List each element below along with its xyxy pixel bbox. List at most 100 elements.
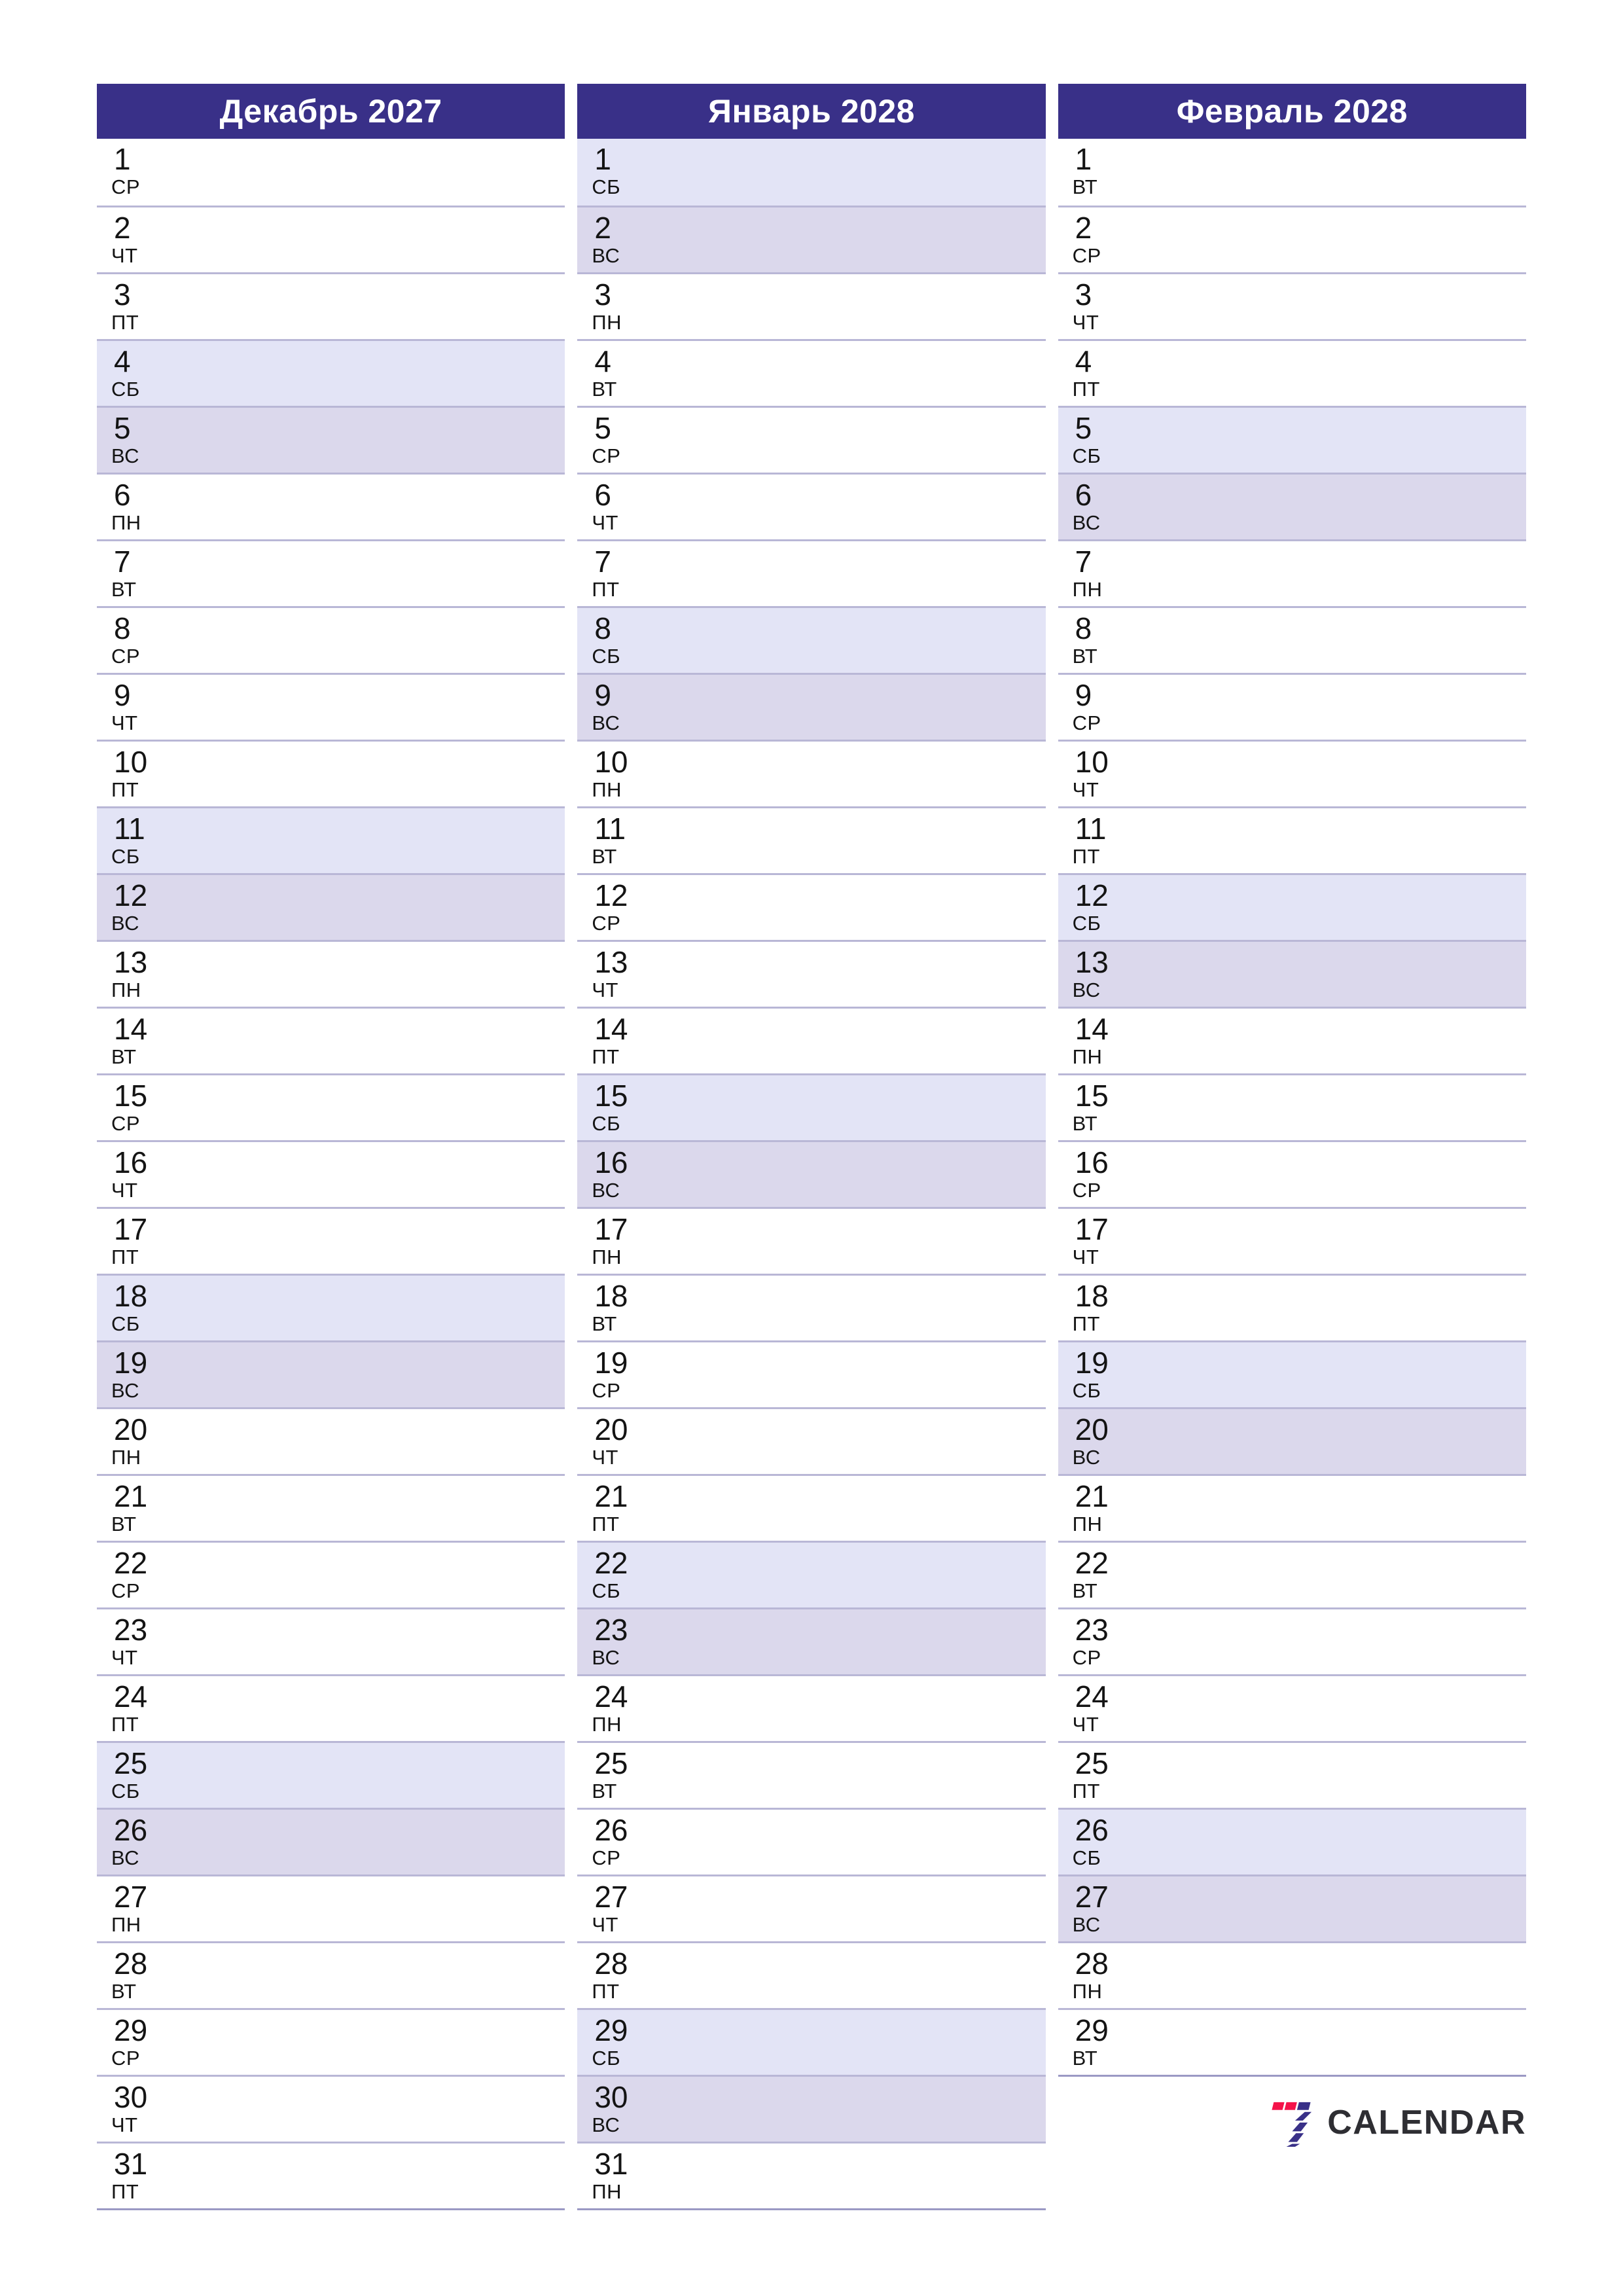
day-note-area[interactable]: [169, 808, 565, 873]
day-row[interactable]: 11 СБ: [97, 806, 565, 873]
day-row[interactable]: 19 СР: [577, 1340, 1046, 1407]
day-note-area[interactable]: [169, 341, 565, 406]
day-note-area[interactable]: [169, 1342, 565, 1407]
day-row[interactable]: 3 ЧТ: [1058, 272, 1526, 339]
day-note-area[interactable]: [649, 1943, 1045, 2008]
day-note-area[interactable]: [169, 1876, 565, 1941]
day-note-area[interactable]: [649, 1276, 1045, 1340]
day-row[interactable]: 27 ЧТ: [577, 1874, 1046, 1941]
day-row[interactable]: 2 ЧТ: [97, 206, 565, 272]
day-note-area[interactable]: [1130, 408, 1526, 473]
day-row[interactable]: 5 СБ: [1058, 406, 1526, 473]
day-note-area[interactable]: [1130, 1743, 1526, 1808]
day-note-area[interactable]: [649, 675, 1045, 740]
day-note-area[interactable]: [1130, 1476, 1526, 1541]
day-row[interactable]: 17 ПТ: [97, 1207, 565, 1274]
day-note-area[interactable]: [649, 1676, 1045, 1741]
day-note-area[interactable]: [649, 1743, 1045, 1808]
day-row[interactable]: 7 ПТ: [577, 539, 1046, 606]
day-row[interactable]: 22 ВТ: [1058, 1541, 1526, 1607]
day-row[interactable]: 2 ВС: [577, 206, 1046, 272]
day-note-area[interactable]: [649, 2010, 1045, 2075]
day-row[interactable]: 13 ВС: [1058, 940, 1526, 1007]
day-note-area[interactable]: [1130, 1009, 1526, 1073]
day-row[interactable]: 18 ВТ: [577, 1274, 1046, 1340]
day-note-area[interactable]: [169, 1810, 565, 1874]
day-note-area[interactable]: [1130, 608, 1526, 673]
day-note-area[interactable]: [1130, 1342, 1526, 1407]
day-note-area[interactable]: [1130, 1609, 1526, 1674]
day-row[interactable]: 4 ПТ: [1058, 339, 1526, 406]
day-row[interactable]: 30 ЧТ: [97, 2075, 565, 2142]
day-row[interactable]: 20 ПН: [97, 1407, 565, 1474]
day-row[interactable]: 29 СР: [97, 2008, 565, 2075]
day-row[interactable]: 8 СБ: [577, 606, 1046, 673]
day-row[interactable]: 29 СБ: [577, 2008, 1046, 2075]
day-note-area[interactable]: [1130, 475, 1526, 539]
day-note-area[interactable]: [649, 274, 1045, 339]
day-row[interactable]: 14 ПТ: [577, 1007, 1046, 1073]
day-row[interactable]: 13 ПН: [97, 940, 565, 1007]
day-row[interactable]: 24 ПТ: [97, 1674, 565, 1741]
day-row[interactable]: 7 ВТ: [97, 539, 565, 606]
day-note-area[interactable]: [169, 139, 565, 206]
day-row[interactable]: 20 ЧТ: [577, 1407, 1046, 1474]
day-row[interactable]: 9 СР: [1058, 673, 1526, 740]
day-row[interactable]: 28 ВТ: [97, 1941, 565, 2008]
day-note-area[interactable]: [169, 1476, 565, 1541]
day-row[interactable]: 3 ПН: [577, 272, 1046, 339]
day-row[interactable]: 28 ПТ: [577, 1941, 1046, 2008]
day-note-area[interactable]: [169, 608, 565, 673]
day-note-area[interactable]: [649, 1810, 1045, 1874]
day-row[interactable]: 8 ВТ: [1058, 606, 1526, 673]
day-note-area[interactable]: [649, 808, 1045, 873]
day-note-area[interactable]: [169, 1142, 565, 1207]
day-note-area[interactable]: [1130, 1075, 1526, 1140]
day-row[interactable]: 15 ВТ: [1058, 1073, 1526, 1140]
day-note-area[interactable]: [649, 207, 1045, 272]
day-row[interactable]: 18 СБ: [97, 1274, 565, 1340]
day-row[interactable]: 25 СБ: [97, 1741, 565, 1808]
day-note-area[interactable]: [649, 608, 1045, 673]
day-note-area[interactable]: [649, 408, 1045, 473]
day-note-area[interactable]: [1130, 1543, 1526, 1607]
day-row[interactable]: 27 ВС: [1058, 1874, 1526, 1941]
day-row[interactable]: 16 ЧТ: [97, 1140, 565, 1207]
day-row[interactable]: 12 ВС: [97, 873, 565, 940]
day-row[interactable]: 6 ЧТ: [577, 473, 1046, 539]
day-note-area[interactable]: [169, 875, 565, 940]
day-note-area[interactable]: [649, 341, 1045, 406]
day-note-area[interactable]: [1130, 1276, 1526, 1340]
day-row[interactable]: 11 ПТ: [1058, 806, 1526, 873]
day-row[interactable]: 8 СР: [97, 606, 565, 673]
day-note-area[interactable]: [169, 742, 565, 806]
day-row[interactable]: 28 ПН: [1058, 1941, 1526, 2008]
day-row[interactable]: 16 ВС: [577, 1140, 1046, 1207]
day-row[interactable]: 30 ВС: [577, 2075, 1046, 2142]
day-row[interactable]: 6 ПН: [97, 473, 565, 539]
day-note-area[interactable]: [649, 1209, 1045, 1274]
day-row[interactable]: 17 ПН: [577, 1207, 1046, 1274]
day-note-area[interactable]: [169, 1543, 565, 1607]
day-note-area[interactable]: [169, 1276, 565, 1340]
day-note-area[interactable]: [169, 1009, 565, 1073]
day-note-area[interactable]: [1130, 942, 1526, 1007]
day-row[interactable]: 11 ВТ: [577, 806, 1046, 873]
day-note-area[interactable]: [649, 742, 1045, 806]
day-note-area[interactable]: [169, 1409, 565, 1474]
day-row[interactable]: 13 ЧТ: [577, 940, 1046, 1007]
day-note-area[interactable]: [169, 541, 565, 606]
day-row[interactable]: 23 ЧТ: [97, 1607, 565, 1674]
day-row[interactable]: 1 СР: [97, 139, 565, 206]
day-note-area[interactable]: [649, 1609, 1045, 1674]
day-row[interactable]: 2 СР: [1058, 206, 1526, 272]
day-row[interactable]: 23 СР: [1058, 1607, 1526, 1674]
day-note-area[interactable]: [649, 942, 1045, 1007]
day-row[interactable]: 24 ЧТ: [1058, 1674, 1526, 1741]
day-row[interactable]: 4 ВТ: [577, 339, 1046, 406]
day-row[interactable]: 3 ПТ: [97, 272, 565, 339]
day-row[interactable]: 17 ЧТ: [1058, 1207, 1526, 1274]
day-note-area[interactable]: [649, 1543, 1045, 1607]
day-row[interactable]: 10 ПН: [577, 740, 1046, 806]
day-note-area[interactable]: [169, 408, 565, 473]
